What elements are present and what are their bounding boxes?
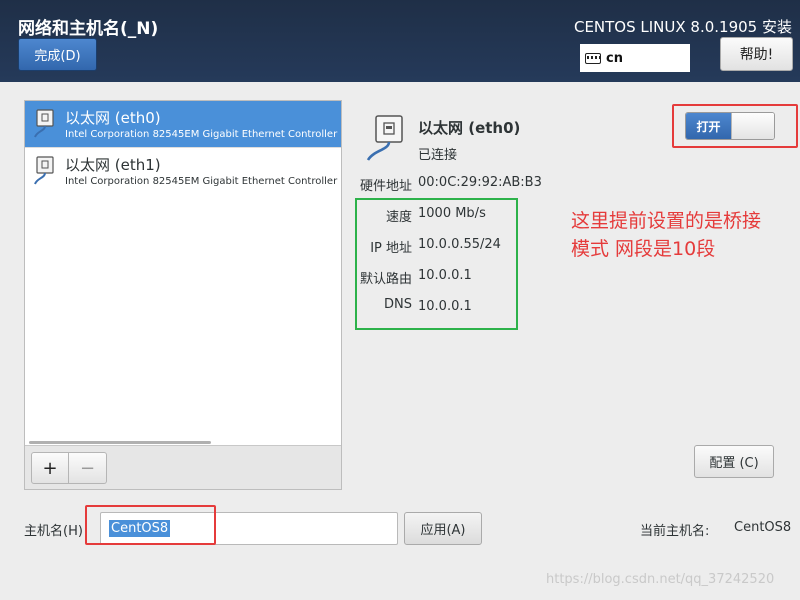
device-item-eth0[interactable]: 以太网 (eth0) Intel Corporation 82545EM Gig…: [25, 101, 341, 147]
dns-value: 10.0.0.1: [418, 299, 472, 314]
product-title: CENTOS LINUX 8.0.1905 安装: [573, 18, 792, 36]
default-route-label: 默认路由: [359, 272, 412, 287]
device-item-eth1[interactable]: 以太网 (eth1) Intel Corporation 82545EM Gig…: [25, 148, 341, 194]
keyboard-layout-label: cn: [606, 50, 623, 66]
horizontal-scrollbar[interactable]: [29, 441, 211, 444]
hostname-label: 主机名(H): [24, 524, 83, 539]
help-button[interactable]: 帮助!: [720, 37, 793, 71]
ethernet-icon: [34, 156, 54, 185]
annotation-line: 模式 网段是10段: [571, 238, 716, 260]
speed-value: 1000 Mb/s: [418, 206, 486, 221]
page-title: 网络和主机名(_N): [18, 19, 159, 39]
device-description: Intel Corporation 82545EM Gigabit Ethern…: [65, 129, 341, 140]
annotation-red-box: [85, 505, 216, 545]
device-detail-name: 以太网 (eth0): [418, 119, 521, 137]
speed-label: 速度: [385, 210, 412, 225]
device-list: 以太网 (eth0) Intel Corporation 82545EM Gig…: [24, 100, 342, 490]
remove-device-button[interactable]: −: [69, 452, 107, 484]
connection-status: 已连接: [418, 148, 458, 163]
device-on-toggle[interactable]: 打开: [685, 112, 775, 140]
ip-address-label: IP 地址: [370, 241, 412, 256]
dns-label: DNS: [384, 297, 412, 312]
device-name: 以太网 (eth0): [65, 109, 161, 127]
device-description: Intel Corporation 82545EM Gigabit Ethern…: [65, 176, 341, 187]
toggle-knob[interactable]: [731, 113, 774, 139]
ethernet-icon: [366, 115, 403, 161]
hardware-address-label: 硬件地址: [359, 179, 412, 194]
hardware-address-value: 00:0C:29:92:AB:B3: [418, 175, 542, 190]
current-hostname-label: 当前主机名:: [640, 524, 710, 539]
default-route-value: 10.0.0.1: [418, 268, 472, 283]
device-list-toolbar: + −: [25, 445, 341, 489]
done-button[interactable]: 完成(D): [18, 38, 97, 71]
ip-address-value: 10.0.0.55/24: [418, 237, 501, 252]
watermark: https://blog.csdn.net/qq_37242520: [546, 572, 775, 587]
add-device-button[interactable]: +: [31, 452, 69, 484]
device-name: 以太网 (eth1): [65, 156, 161, 174]
ethernet-icon: [34, 109, 54, 138]
configure-button[interactable]: 配置 (C): [694, 445, 774, 478]
annotation-line: 这里提前设置的是桥接: [571, 210, 762, 232]
keyboard-icon: [585, 52, 601, 64]
header-bar: 网络和主机名(_N) 完成(D) CENTOS LINUX 8.0.1905 安…: [0, 0, 800, 82]
current-hostname-value: CentOS8: [734, 520, 792, 535]
keyboard-layout-indicator[interactable]: cn: [580, 44, 690, 72]
annotation-text: 这里提前设置的是桥接 模式 网段是10段: [571, 207, 791, 263]
toggle-on-label: 打开: [686, 113, 731, 139]
apply-button[interactable]: 应用(A): [404, 512, 482, 545]
